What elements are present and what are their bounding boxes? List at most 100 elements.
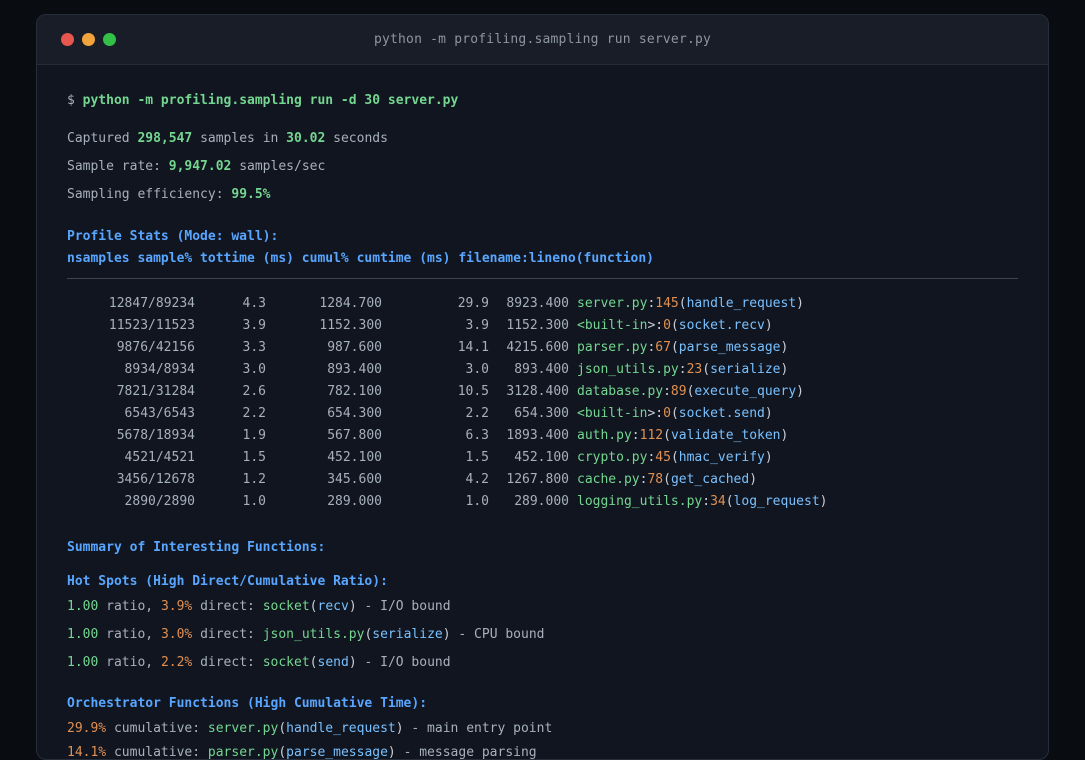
sample-pct-cell: 1.2 <box>242 472 266 487</box>
nsamples-cell: 5678/18934 <box>116 428 195 443</box>
hot-spots-title: Hot Spots (High Direct/Cumulative Ratio)… <box>67 574 388 589</box>
sample-pct-cell: 2.6 <box>242 384 266 399</box>
traffic-lights <box>37 33 116 46</box>
capture-stat-line: Sampling efficiency: 99.5% <box>67 185 1018 204</box>
ratio-value: 1.00 <box>67 627 99 642</box>
target-name: socket <box>262 599 310 614</box>
close-paren: ) <box>749 472 758 487</box>
stat-label: Sampling efficiency: <box>67 187 232 202</box>
sample-pct-cell: 1.0 <box>242 494 266 509</box>
hot-spot-line: 1.00 ratio, 3.9% direct: socket(recv) - … <box>67 597 1018 616</box>
cumul-pct-cell: 6.3 <box>465 428 489 443</box>
orchestrator-lines: 29.9% cumulative: server.py(handle_reque… <box>67 719 1018 760</box>
line-number: 45 <box>655 450 671 465</box>
direct-pct: 3.9% <box>160 599 193 614</box>
label: direct: <box>192 627 263 642</box>
cumul-pct-cell: 3.9 <box>465 318 489 333</box>
function-name: log_request <box>733 494 820 509</box>
function-ref-cell: <built-in>:0(socket.recv) <box>569 315 1018 337</box>
divider <box>67 278 1018 279</box>
table-row: 6543/6543 2.2 654.300 2.2 654.300 <built-in>:… <box>67 403 1018 425</box>
open-paren: ( <box>663 472 671 487</box>
separator: : <box>678 362 687 377</box>
sample-pct-cell: 2.2 <box>242 406 266 421</box>
cumul-pct-cell: 29.9 <box>457 296 489 311</box>
label: direct: <box>192 599 263 614</box>
function-ref-cell: cache.py:78(get_cached) <box>569 469 1018 491</box>
window-title: python -m profiling.sampling run server.… <box>373 32 712 47</box>
nsamples-cell: 6543/6543 <box>124 406 195 421</box>
open-paren: ( <box>663 428 671 443</box>
line-number: 67 <box>655 340 671 355</box>
cumul-pct-cell: 2.2 <box>465 406 489 421</box>
filename: <built-in <box>577 406 648 421</box>
nsamples-cell: 8934/8934 <box>124 362 195 377</box>
function-name: get_cached <box>670 472 750 487</box>
table-row: 11523/11523 3.9 1152.300 3.9 1152.300 <built-… <box>67 315 1018 337</box>
function-name: send <box>317 655 349 670</box>
close-paren: ) <box>442 627 451 642</box>
function-ref-cell: server.py:145(handle_request) <box>569 293 1018 315</box>
table-row: 7821/31284 2.6 782.100 10.5 3128.400 database… <box>67 381 1018 403</box>
target-name: json_utils.py <box>262 627 365 642</box>
filename: cache.py <box>577 472 640 487</box>
terminal-output: $ python -m profiling.sampling run -d 30… <box>37 91 1048 760</box>
separator: >: <box>647 406 664 421</box>
function-ref-cell: json_utils.py:23(serialize) <box>569 359 1018 381</box>
stat-label: Captured <box>67 131 138 146</box>
function-ref-cell: database.py:89(execute_query) <box>569 381 1018 403</box>
stat-label: Sample rate: <box>67 159 169 174</box>
open-paren: ( <box>670 340 679 355</box>
cumul-pct-cell: 1.0 <box>465 494 489 509</box>
open-paren: ( <box>670 318 679 333</box>
close-paren: ) <box>819 494 828 509</box>
stat-value: 9,947.02 <box>168 159 232 174</box>
sample-pct-cell: 3.0 <box>242 362 266 377</box>
minimize-button[interactable] <box>82 33 95 46</box>
table-row: 2890/2890 1.0 289.000 1.0 289.000 logging_uti… <box>67 491 1018 513</box>
cumul-pct-cell: 10.5 <box>457 384 489 399</box>
filename: auth.py <box>577 428 632 443</box>
nsamples-cell: 9876/42156 <box>116 340 195 355</box>
open-paren: ( <box>278 721 287 736</box>
separator: : <box>702 494 711 509</box>
cumtime-cell: 1893.400 <box>506 428 569 443</box>
cumtime-cell: 893.400 <box>514 362 569 377</box>
close-paren: ) <box>780 340 789 355</box>
cumtime-cell: 1267.800 <box>506 472 569 487</box>
filename: parser.py <box>577 340 648 355</box>
cumtime-cell: 4215.600 <box>506 340 569 355</box>
hot-spot-line: 1.00 ratio, 3.0% direct: json_utils.py(s… <box>67 625 1018 644</box>
note: - message parsing <box>395 745 537 760</box>
ratio-value: 1.00 <box>67 599 99 614</box>
close-paren: ) <box>780 428 789 443</box>
hot-spot-lines: 1.00 ratio, 3.9% direct: socket(recv) - … <box>67 597 1018 672</box>
capture-lines: Captured 298,547 samples in 30.02 second… <box>67 129 1018 204</box>
direct-pct: 3.0% <box>160 627 193 642</box>
line-number: 112 <box>639 428 664 443</box>
terminal-window: python -m profiling.sampling run server.… <box>36 14 1049 760</box>
tottime-cell: 452.100 <box>327 450 382 465</box>
separator: : <box>663 384 671 399</box>
close-paren: ) <box>796 296 804 311</box>
table-row: 8934/8934 3.0 893.400 3.0 893.400 json_utils.… <box>67 359 1018 381</box>
tottime-cell: 987.600 <box>327 340 382 355</box>
function-name: socket.send <box>678 406 765 421</box>
target-name: parser.py <box>207 745 279 760</box>
capture-stat-line: Captured 298,547 samples in 30.02 second… <box>67 129 1018 148</box>
function-name: validate_token <box>670 428 781 443</box>
orchestrators-title: Orchestrator Functions (High Cumulative … <box>67 696 428 711</box>
close-button[interactable] <box>61 33 74 46</box>
table-row: 5678/18934 1.9 567.800 6.3 1893.400 auth.py:1… <box>67 425 1018 447</box>
function-name: execute_query <box>694 384 797 399</box>
function-name: hmac_verify <box>678 450 765 465</box>
label: ratio, <box>98 627 161 642</box>
maximize-button[interactable] <box>103 33 116 46</box>
target-name: socket <box>262 655 310 670</box>
nsamples-cell: 3456/12678 <box>116 472 195 487</box>
columns-header: nsamples sample% tottime (ms) cumul% cum… <box>67 251 654 266</box>
sample-pct-cell: 4.3 <box>242 296 266 311</box>
ratio-value: 1.00 <box>67 655 99 670</box>
stat-value: 99.5% <box>231 187 271 202</box>
cumul-pct-cell: 1.5 <box>465 450 489 465</box>
